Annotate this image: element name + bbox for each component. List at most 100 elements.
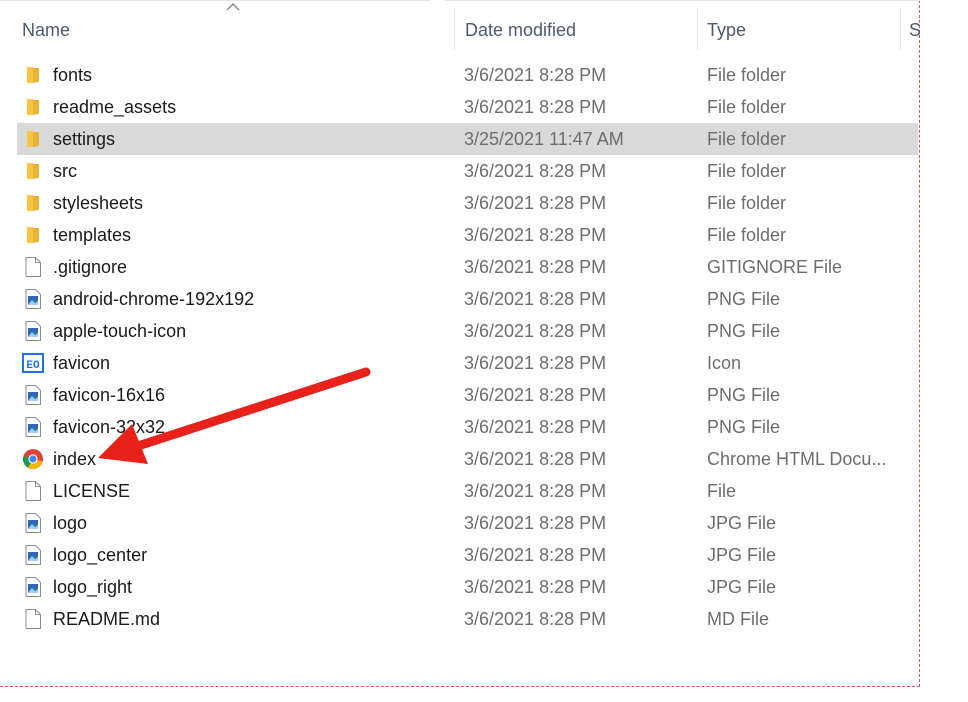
image-file-icon: [22, 384, 44, 406]
file-date-modified: 3/6/2021 8:28 PM: [464, 289, 607, 309]
file-type: File folder: [707, 161, 787, 181]
file-row[interactable]: index 3/6/2021 8:28 PM Chrome HTML Docu...: [17, 443, 918, 475]
file-date-modified: 3/6/2021 8:28 PM: [464, 193, 607, 213]
file-date-modified: 3/6/2021 8:28 PM: [464, 161, 607, 181]
column-header-bar: Name Date modified Type S: [0, 0, 920, 58]
file-row[interactable]: logo_right 3/6/2021 8:28 PM JPG File: [17, 571, 918, 603]
file-date-modified: 3/6/2021 8:28 PM: [464, 385, 607, 405]
file-date-modified: 3/6/2021 8:28 PM: [464, 545, 607, 565]
file-date-modified: 3/6/2021 8:28 PM: [464, 513, 607, 533]
image-file-icon: [22, 544, 44, 566]
file-name[interactable]: logo_center: [53, 539, 453, 571]
file-date-modified: 3/6/2021 8:28 PM: [464, 257, 607, 277]
file-type: Icon: [707, 353, 742, 373]
svg-text:EO: EO: [26, 360, 40, 372]
column-divider[interactable]: [900, 8, 901, 50]
file-row[interactable]: src 3/6/2021 8:28 PM File folder: [17, 155, 918, 187]
image-file-icon: [22, 416, 44, 438]
file-name[interactable]: favicon: [53, 347, 453, 379]
file-name[interactable]: logo_right: [53, 571, 453, 603]
file-name[interactable]: favicon-16x16: [53, 379, 453, 411]
file-name[interactable]: index: [53, 443, 453, 475]
file-date-modified: 3/6/2021 8:28 PM: [464, 449, 607, 469]
file-row[interactable]: LICENSE 3/6/2021 8:28 PM File: [17, 475, 918, 507]
file-date-modified: 3/6/2021 8:28 PM: [464, 481, 607, 501]
image-file-icon: [22, 320, 44, 342]
image-file-icon: [22, 288, 44, 310]
folder-icon: [22, 64, 44, 86]
file-row[interactable]: stylesheets 3/6/2021 8:28 PM File folder: [17, 187, 918, 219]
file-type: PNG File: [707, 289, 781, 309]
file-row[interactable]: apple-touch-icon 3/6/2021 8:28 PM PNG File: [17, 315, 918, 347]
file-name[interactable]: apple-touch-icon: [53, 315, 453, 347]
file-name[interactable]: README.md: [53, 603, 453, 635]
file-type: JPG File: [707, 577, 777, 597]
file-row[interactable]: README.md 3/6/2021 8:28 PM MD File: [17, 603, 918, 635]
chrome-icon: [22, 448, 44, 470]
file-name[interactable]: src: [53, 155, 453, 187]
file-row[interactable]: settings 3/25/2021 11:47 AM File folder: [17, 123, 918, 155]
file-name[interactable]: logo: [53, 507, 453, 539]
file-name[interactable]: android-chrome-192x192: [53, 283, 453, 315]
file-type: MD File: [707, 609, 769, 629]
file-row[interactable]: EO favicon 3/6/2021 8:28 PM Icon: [17, 347, 918, 379]
file-row[interactable]: android-chrome-192x192 3/6/2021 8:28 PM PN…: [17, 283, 918, 315]
file-type: File folder: [707, 65, 787, 85]
folder-icon: [22, 160, 44, 182]
file-type: File folder: [707, 193, 787, 213]
file-type: GITIGNORE File: [707, 257, 843, 277]
file-row[interactable]: favicon-32x32 3/6/2021 8:28 PM PNG File: [17, 411, 918, 443]
file-date-modified: 3/6/2021 8:28 PM: [464, 321, 607, 341]
file-name[interactable]: settings: [53, 123, 453, 155]
file-type: File: [707, 481, 737, 501]
file-date-modified: 3/6/2021 8:28 PM: [464, 577, 607, 597]
file-row[interactable]: readme_assets 3/6/2021 8:28 PM File folder: [17, 91, 918, 123]
folder-icon: [22, 224, 44, 246]
file-row[interactable]: .gitignore 3/6/2021 8:28 PM GITIGNORE File: [17, 251, 918, 283]
column-header-name[interactable]: Name: [14, 10, 454, 50]
file-type: JPG File: [707, 545, 777, 565]
file-row[interactable]: logo 3/6/2021 8:28 PM JPG File: [17, 507, 918, 539]
file-name[interactable]: templates: [53, 219, 453, 251]
header-top-line: [0, 0, 430, 1]
file-name[interactable]: LICENSE: [53, 475, 453, 507]
file-name[interactable]: readme_assets: [53, 91, 453, 123]
file-row[interactable]: favicon-16x16 3/6/2021 8:28 PM PNG File: [17, 379, 918, 411]
file-name[interactable]: stylesheets: [53, 187, 453, 219]
file-type: PNG File: [707, 417, 781, 437]
image-file-icon: [22, 512, 44, 534]
file-date-modified: 3/6/2021 8:28 PM: [464, 65, 607, 85]
blank-file-icon: [22, 256, 44, 278]
file-type: File folder: [707, 225, 787, 245]
file-date-modified: 3/6/2021 8:28 PM: [464, 609, 607, 629]
file-type: File folder: [707, 97, 787, 117]
file-type: PNG File: [707, 321, 781, 341]
favicon-icon: EO: [22, 352, 44, 374]
file-row[interactable]: fonts 3/6/2021 8:28 PM File folder: [17, 59, 918, 91]
column-header-size[interactable]: S: [902, 10, 920, 50]
image-file-icon: [22, 576, 44, 598]
file-type: Chrome HTML Docu...: [707, 449, 887, 469]
column-header-type[interactable]: Type: [699, 10, 899, 50]
file-name[interactable]: favicon-32x32: [53, 411, 453, 443]
file-type: JPG File: [707, 513, 777, 533]
folder-icon: [22, 128, 44, 150]
file-date-modified: 3/6/2021 8:28 PM: [464, 353, 607, 373]
folder-icon: [22, 96, 44, 118]
file-date-modified: 3/6/2021 8:28 PM: [464, 225, 607, 245]
file-date-modified: 3/6/2021 8:28 PM: [464, 97, 607, 117]
blank-file-icon: [22, 480, 44, 502]
file-row[interactable]: templates 3/6/2021 8:28 PM File folder: [17, 219, 918, 251]
file-date-modified: 3/25/2021 11:47 AM: [464, 129, 624, 149]
folder-icon: [22, 192, 44, 214]
blank-file-icon: [22, 608, 44, 630]
file-date-modified: 3/6/2021 8:28 PM: [464, 417, 607, 437]
header-top-line: [445, 0, 920, 1]
column-divider[interactable]: [454, 8, 455, 50]
column-divider[interactable]: [697, 8, 698, 50]
column-header-date-modified[interactable]: Date modified: [457, 10, 697, 50]
file-name[interactable]: fonts: [53, 59, 453, 91]
file-type: PNG File: [707, 385, 781, 405]
file-row[interactable]: logo_center 3/6/2021 8:28 PM JPG File: [17, 539, 918, 571]
file-name[interactable]: .gitignore: [53, 251, 453, 283]
